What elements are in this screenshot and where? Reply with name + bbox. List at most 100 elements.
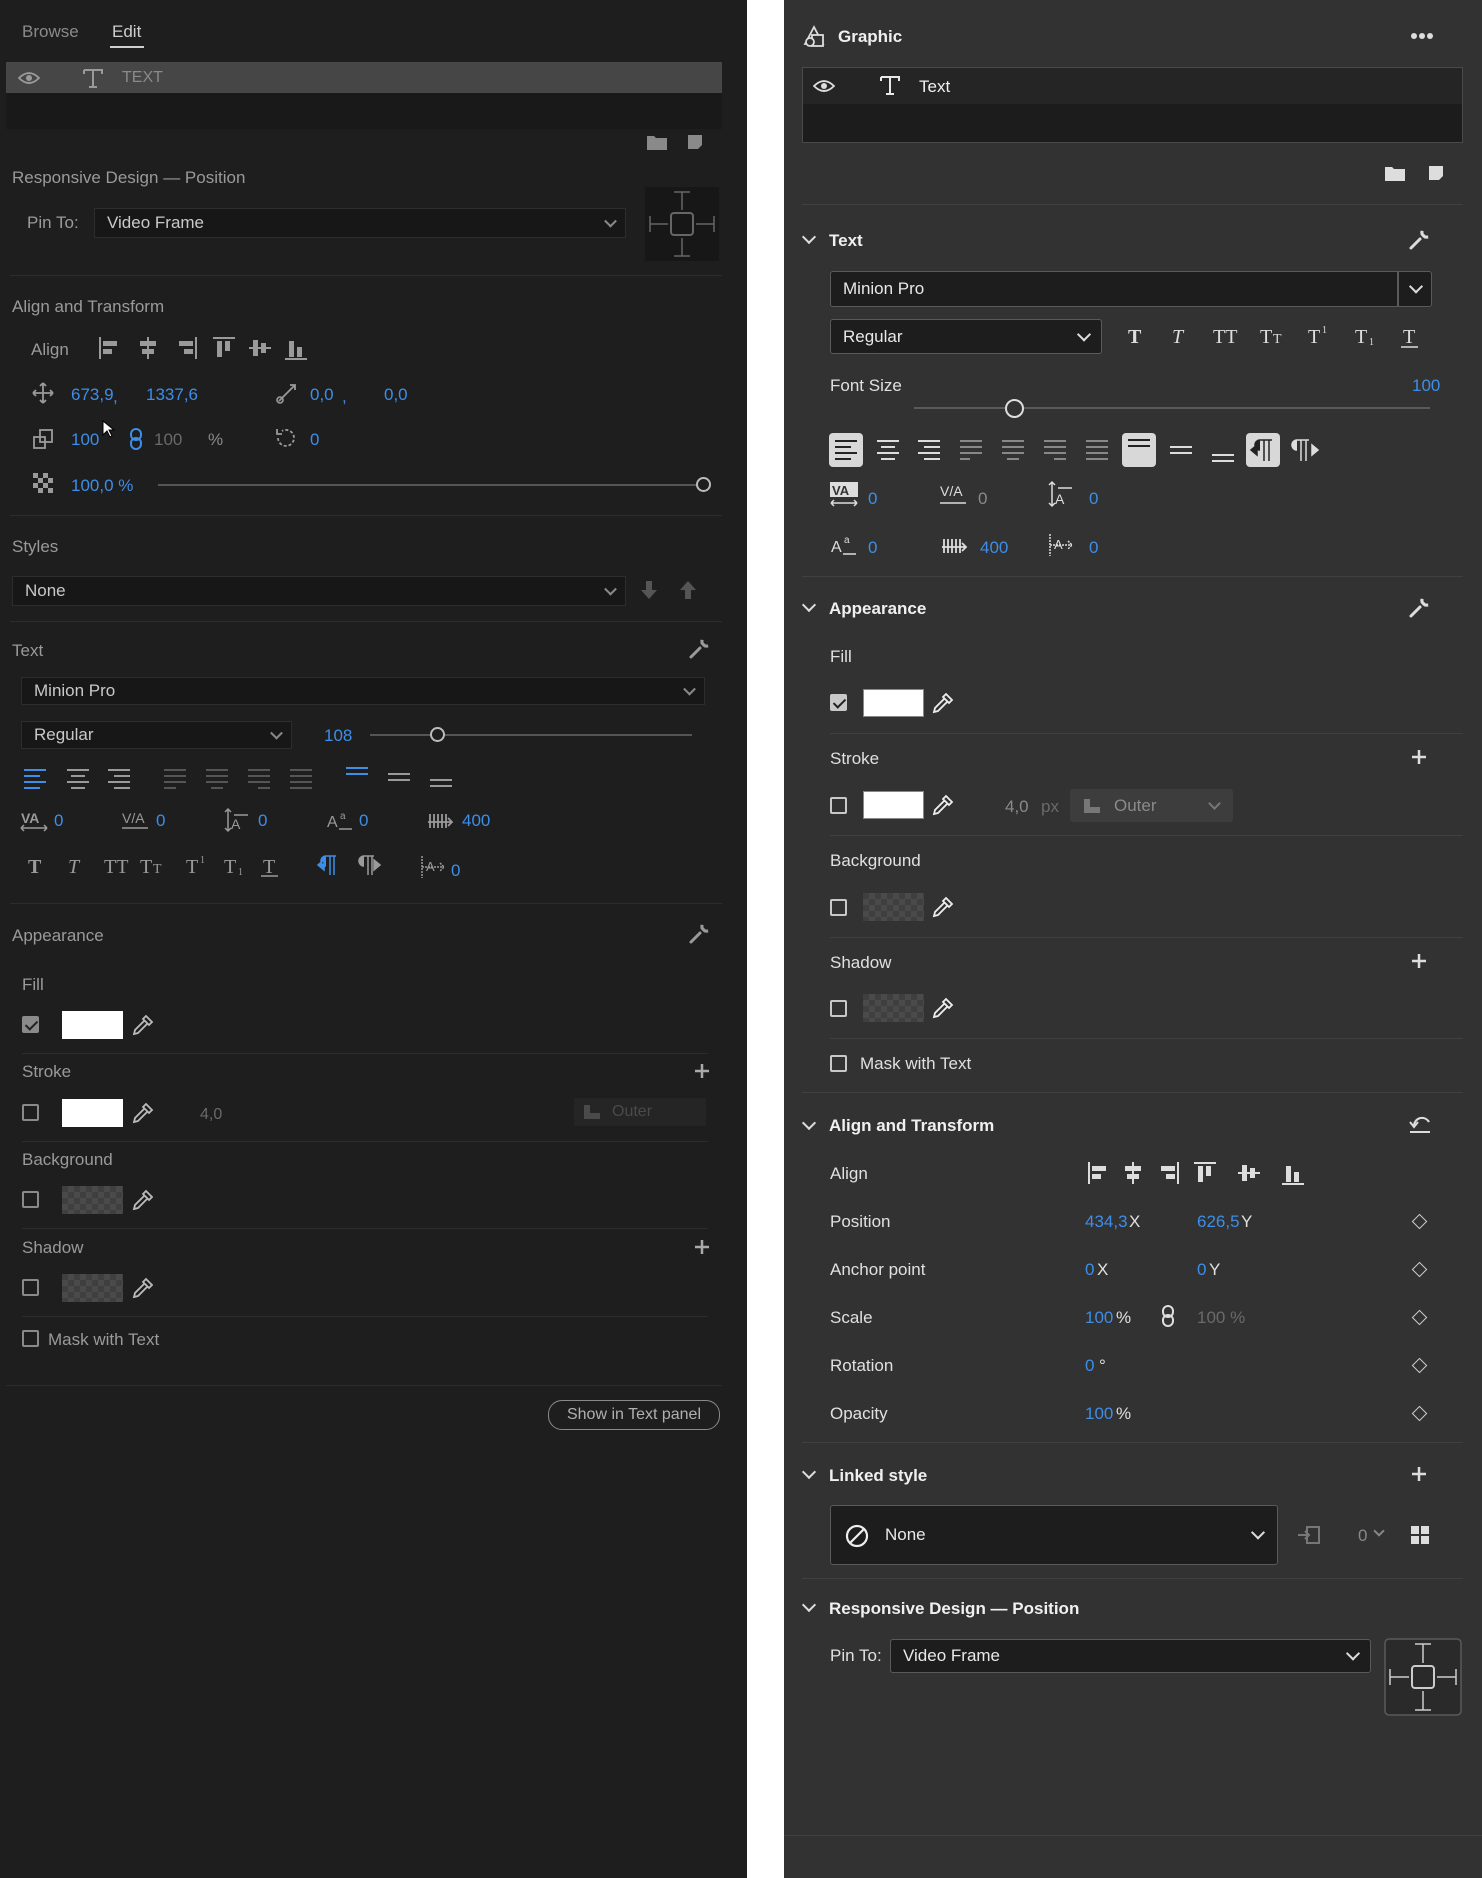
stroke-width-value[interactable]: 4,0 xyxy=(200,1106,222,1124)
tracking-value[interactable]: 0 xyxy=(156,811,165,831)
new-layer-icon[interactable] xyxy=(686,133,704,151)
add-style-icon[interactable] xyxy=(1411,1466,1427,1482)
fill-checkbox[interactable] xyxy=(830,694,847,711)
tsume-value[interactable]: 400 xyxy=(462,811,490,831)
linked-style-dropdown[interactable]: None xyxy=(830,1505,1278,1565)
style-count-chevron-icon[interactable] xyxy=(1373,1525,1385,1537)
eyedropper-icon[interactable] xyxy=(132,1102,154,1124)
font-style-dropdown[interactable]: Regular xyxy=(830,319,1102,354)
eyedropper-icon[interactable] xyxy=(132,1277,154,1299)
fill-color-swatch[interactable] xyxy=(62,1011,123,1039)
font-size-slider-knob[interactable] xyxy=(429,727,445,742)
fill-color-swatch[interactable] xyxy=(863,689,924,717)
scale-keyframe-icon[interactable] xyxy=(1411,1309,1428,1326)
scale-value[interactable]: 100 xyxy=(71,430,99,450)
tab-edit[interactable]: Edit xyxy=(112,22,141,42)
wrench-icon[interactable] xyxy=(1408,229,1430,251)
anchor-x[interactable]: 0 xyxy=(1085,1260,1094,1280)
reset-icon[interactable] xyxy=(1408,1114,1432,1134)
add-shadow-icon[interactable] xyxy=(1411,953,1427,969)
eyedropper-icon[interactable] xyxy=(932,692,954,714)
mask-with-text-checkbox[interactable] xyxy=(830,1055,847,1072)
font-size-slider-track[interactable] xyxy=(914,407,1430,409)
position-y[interactable]: 1337,6 xyxy=(146,385,198,405)
wrench-icon[interactable] xyxy=(688,923,710,945)
new-folder-icon[interactable] xyxy=(1384,164,1406,182)
shadow-checkbox[interactable] xyxy=(22,1279,39,1296)
layer-row[interactable]: TEXT xyxy=(6,62,722,93)
leading-value[interactable]: 0 xyxy=(1089,489,1098,509)
baseline-shift-value[interactable]: 0 xyxy=(868,538,877,558)
tracking-value[interactable]: 0 xyxy=(978,489,987,509)
background-checkbox[interactable] xyxy=(22,1191,39,1208)
position-y[interactable]: 626,5 xyxy=(1197,1212,1240,1232)
opacity-slider-track[interactable] xyxy=(158,484,704,486)
shadow-color-swatch[interactable] xyxy=(863,994,924,1022)
stroke-checkbox[interactable] xyxy=(22,1104,39,1121)
style-browser-icon[interactable] xyxy=(1410,1525,1430,1545)
sync-style-icon[interactable] xyxy=(1297,1525,1321,1545)
font-family-dropdown-button[interactable] xyxy=(1398,271,1432,307)
eyedropper-icon[interactable] xyxy=(932,794,954,816)
font-size-slider-knob[interactable] xyxy=(1004,399,1024,418)
background-checkbox[interactable] xyxy=(830,899,847,916)
stroke-checkbox[interactable] xyxy=(830,797,847,814)
appearance-collapse-chevron[interactable] xyxy=(801,597,817,613)
position-x[interactable]: 673,9 xyxy=(71,385,114,405)
pin-to-dropdown[interactable]: Video Frame xyxy=(94,208,626,238)
constrain-link-icon[interactable] xyxy=(1162,1305,1174,1327)
stroke-type-dropdown[interactable]: Outer xyxy=(1070,789,1233,822)
shadow-checkbox[interactable] xyxy=(830,1000,847,1017)
text-collapse-chevron[interactable] xyxy=(801,229,817,245)
show-in-text-panel-button[interactable]: Show in Text panel xyxy=(548,1400,720,1430)
new-layer-icon[interactable] xyxy=(1427,164,1445,182)
font-size-slider-track[interactable] xyxy=(370,734,692,736)
font-family-dropdown[interactable]: Minion Pro xyxy=(21,677,705,705)
position-x[interactable]: 434,3 xyxy=(1085,1212,1128,1232)
leading-value[interactable]: 0 xyxy=(258,811,267,831)
tab-browse[interactable]: Browse xyxy=(22,22,79,42)
rotation-value[interactable]: 0 xyxy=(1085,1356,1094,1376)
pin-to-dropdown[interactable]: Video Frame xyxy=(890,1639,1371,1673)
shadow-color-swatch[interactable] xyxy=(62,1274,123,1302)
wrench-icon[interactable] xyxy=(688,638,710,660)
baseline-shift-value[interactable]: 0 xyxy=(359,811,368,831)
style-count[interactable]: 0 xyxy=(1358,1526,1367,1546)
stroke-color-swatch[interactable] xyxy=(863,791,924,819)
stroke-type-dropdown[interactable]: Outer xyxy=(574,1098,706,1126)
linked-style-collapse-chevron[interactable] xyxy=(801,1464,817,1480)
tsume-value[interactable]: 400 xyxy=(980,538,1008,558)
pin-widget-icon[interactable] xyxy=(1384,1638,1462,1716)
opacity-value[interactable]: 100 xyxy=(1085,1404,1113,1424)
kerning-value[interactable]: 0 xyxy=(54,811,63,831)
constrain-link-icon[interactable] xyxy=(129,428,143,450)
rotation-keyframe-icon[interactable] xyxy=(1411,1357,1428,1374)
stroke-width-value[interactable]: 4,0 xyxy=(1005,797,1029,817)
font-family-field[interactable]: Minion Pro xyxy=(830,271,1398,307)
layer-row[interactable]: Text xyxy=(802,67,1463,104)
pin-widget-icon[interactable] xyxy=(644,186,720,262)
rotation-value[interactable]: 0 xyxy=(310,430,319,450)
scale-height-value[interactable]: 100 xyxy=(154,430,182,450)
push-style-up-icon[interactable] xyxy=(679,580,697,600)
align-collapse-chevron[interactable] xyxy=(801,1115,817,1131)
anchor-keyframe-icon[interactable] xyxy=(1411,1261,1428,1278)
eyedropper-icon[interactable] xyxy=(932,896,954,918)
anchor-y[interactable]: 0 xyxy=(1197,1260,1206,1280)
eyedropper-icon[interactable] xyxy=(932,997,954,1019)
font-style-dropdown[interactable]: Regular xyxy=(21,721,292,749)
font-size-value[interactable]: 108 xyxy=(324,726,352,746)
background-color-swatch[interactable] xyxy=(62,1186,123,1214)
responsive-collapse-chevron[interactable] xyxy=(801,1597,817,1613)
mask-with-text-checkbox[interactable] xyxy=(22,1330,39,1347)
add-shadow-icon[interactable] xyxy=(694,1239,710,1255)
stroke-color-swatch[interactable] xyxy=(62,1099,123,1127)
styles-dropdown[interactable]: None xyxy=(12,576,626,606)
opacity-slider-knob[interactable] xyxy=(696,477,711,492)
eye-icon[interactable] xyxy=(18,71,40,85)
fill-checkbox[interactable] xyxy=(22,1016,39,1033)
position-keyframe-icon[interactable] xyxy=(1411,1213,1428,1230)
wrench-icon[interactable] xyxy=(1408,597,1430,619)
add-stroke-icon[interactable] xyxy=(1411,749,1427,765)
eye-icon[interactable] xyxy=(813,79,835,93)
